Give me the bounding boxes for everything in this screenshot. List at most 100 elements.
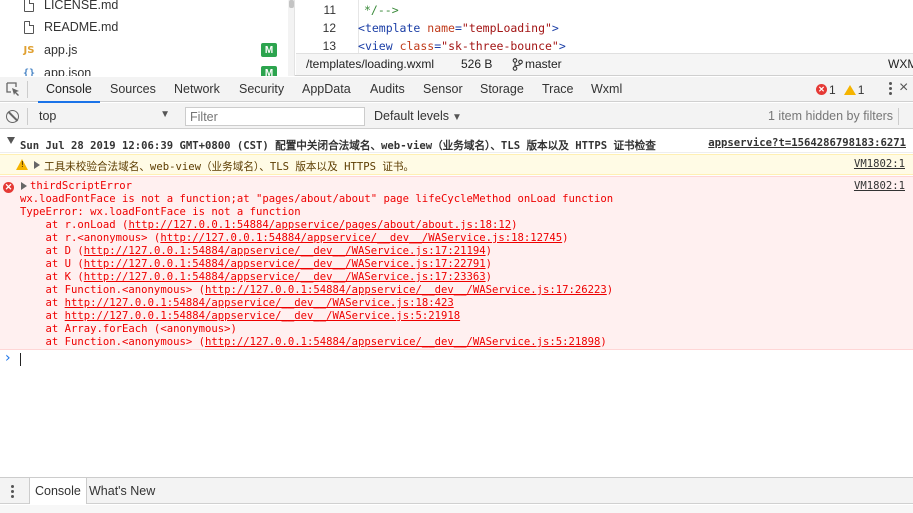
file-tree-item[interactable]: README.md bbox=[0, 16, 288, 38]
file-path[interactable]: /templates/loading.wxml bbox=[306, 57, 434, 71]
text-caret bbox=[20, 353, 21, 366]
tab-sources[interactable]: Sources bbox=[102, 77, 164, 102]
code-attr: class bbox=[399, 39, 435, 53]
console-prompt[interactable]: › bbox=[0, 350, 913, 370]
code-comment: */--> bbox=[364, 3, 399, 17]
more-options-icon[interactable] bbox=[885, 82, 895, 97]
filter-input[interactable] bbox=[185, 107, 365, 126]
error-icon: ✕ bbox=[816, 84, 827, 95]
context-select[interactable]: top ▼ bbox=[34, 106, 174, 126]
context-value: top bbox=[39, 109, 57, 123]
modified-badge: M bbox=[261, 43, 277, 57]
file-tree-item[interactable]: JS app.js M bbox=[0, 39, 288, 61]
code-tag: template bbox=[364, 21, 421, 35]
git-branch-icon bbox=[512, 58, 523, 74]
line-number: 12 bbox=[322, 21, 336, 35]
devtools-tabbar: Console Sources Network Security AppData… bbox=[0, 77, 913, 103]
file-name: LICENSE.md bbox=[44, 0, 119, 12]
stack-link[interactable]: http://127.0.0.1:54884/appservice/pages/… bbox=[128, 219, 511, 231]
error-message: wx.loadFontFace is not a function;at "pa… bbox=[20, 193, 614, 205]
dropdown-arrow-icon: ▼ bbox=[452, 112, 462, 123]
source-link[interactable]: VM1802:1 bbox=[854, 180, 905, 192]
stack-frame: at http://127.0.0.1:54884/appservice/__d… bbox=[20, 310, 461, 322]
drawer-tabbar: Console What's New bbox=[0, 477, 913, 504]
stack-link[interactable]: http://127.0.0.1:54884/appservice/__dev_… bbox=[84, 271, 486, 283]
code-string: "tempLoading" bbox=[461, 21, 552, 35]
warning-icon bbox=[16, 159, 28, 170]
console-error-message[interactable]: ✕ thirdScriptError VM1802:1 wx.loadFontF… bbox=[0, 176, 913, 350]
stack-frame: at Function.<anonymous> (http://127.0.0.… bbox=[20, 284, 614, 296]
warning-count: 1 bbox=[857, 82, 865, 97]
hidden-items-note: 1 item hidden by filters bbox=[768, 109, 894, 123]
file-tree-scrollbar[interactable] bbox=[288, 0, 294, 76]
close-icon[interactable]: × bbox=[899, 79, 908, 97]
file-name: app.js bbox=[44, 43, 78, 57]
log-levels-dropdown[interactable]: Default levels ▼ bbox=[374, 109, 462, 123]
editor-statusbar: /templates/loading.wxml 526 B master WXM… bbox=[296, 53, 913, 75]
modified-badge: M bbox=[261, 66, 277, 76]
stack-frame: at r.<anonymous> (http://127.0.0.1:54884… bbox=[20, 232, 569, 244]
code-editor[interactable]: 11 */--> 12 <template name="tempLoading"… bbox=[296, 0, 913, 53]
tab-appdata[interactable]: AppData bbox=[294, 77, 359, 102]
error-type-line: TypeError: wx.loadFontFace is not a func… bbox=[20, 206, 301, 218]
drawer-tab-whats-new[interactable]: What's New bbox=[84, 478, 160, 504]
js-file-icon: JS bbox=[23, 44, 35, 56]
tab-audits[interactable]: Audits bbox=[362, 77, 413, 102]
console-output[interactable]: Sun Jul 28 2019 12:06:39 GMT+0800 (CST) … bbox=[0, 130, 913, 475]
stack-frame: at U (http://127.0.0.1:54884/appservice/… bbox=[20, 258, 492, 270]
stack-frame: at http://127.0.0.1:54884/appservice/__d… bbox=[20, 297, 454, 309]
source-link[interactable]: VM1802:1 bbox=[854, 158, 905, 170]
stack-frame: at D (http://127.0.0.1:54884/appservice/… bbox=[20, 245, 492, 257]
stack-link[interactable]: http://127.0.0.1:54884/appservice/__dev_… bbox=[65, 297, 454, 309]
code-tag: view bbox=[364, 39, 393, 53]
console-toolbar: top ▼ Default levels▼ 1 item hidden by f… bbox=[0, 103, 913, 129]
dropdown-arrow-icon: ▼ bbox=[160, 109, 170, 120]
expand-triangle-icon[interactable] bbox=[7, 137, 15, 144]
stack-link[interactable]: http://127.0.0.1:54884/appservice/__dev_… bbox=[205, 336, 600, 348]
console-warning-message[interactable]: 工具未校验合法域名、web-view（业务域名）、TLS 版本以及 HTTPS … bbox=[0, 154, 913, 175]
stack-link[interactable]: http://127.0.0.1:54884/appservice/__dev_… bbox=[65, 310, 460, 322]
tab-sensor[interactable]: Sensor bbox=[415, 77, 471, 102]
stack-frame: at Array.forEach (<anonymous>) bbox=[20, 323, 237, 335]
group-text: Sun Jul 28 2019 12:06:39 GMT+0800 (CST) … bbox=[20, 140, 656, 152]
expand-triangle-icon[interactable] bbox=[21, 182, 27, 190]
stack-link[interactable]: http://127.0.0.1:54884/appservice/__dev_… bbox=[84, 258, 486, 270]
console-group-message[interactable]: Sun Jul 28 2019 12:06:39 GMT+0800 (CST) … bbox=[0, 134, 913, 153]
stack-frame: at K (http://127.0.0.1:54884/appservice/… bbox=[20, 271, 492, 283]
language-mode[interactable]: WXML bbox=[888, 57, 913, 71]
tab-network[interactable]: Network bbox=[166, 77, 228, 102]
stack-link[interactable]: http://127.0.0.1:54884/appservice/__dev_… bbox=[160, 232, 562, 244]
editor-area: LICENSE.md README.md JS app.js M {} app.… bbox=[0, 0, 913, 76]
stack-link[interactable]: http://127.0.0.1:54884/appservice/__dev_… bbox=[205, 284, 607, 296]
warning-text: 工具未校验合法域名、web-view（业务域名）、TLS 版本以及 HTTPS … bbox=[44, 161, 415, 173]
file-name: README.md bbox=[44, 20, 119, 34]
file-name: app.json bbox=[44, 66, 92, 76]
tab-wxml[interactable]: Wxml bbox=[583, 77, 630, 102]
tab-trace[interactable]: Trace bbox=[534, 77, 582, 102]
error-title: thirdScriptError bbox=[30, 180, 133, 192]
clear-console-icon[interactable] bbox=[6, 110, 19, 123]
line-number: 11 bbox=[323, 3, 336, 17]
source-link[interactable]: appservice?t=1564286798183:6271 bbox=[708, 137, 906, 149]
file-icon bbox=[22, 19, 36, 35]
error-icon: ✕ bbox=[3, 182, 14, 193]
file-tree-item[interactable]: {} app.json M bbox=[0, 62, 288, 76]
file-tree: LICENSE.md README.md JS app.js M {} app.… bbox=[0, 0, 295, 76]
tab-console[interactable]: Console bbox=[38, 77, 100, 103]
drawer-tab-console[interactable]: Console bbox=[29, 478, 87, 504]
bottom-edge bbox=[0, 505, 913, 513]
code-line: 12 <template name="tempLoading"> bbox=[296, 20, 913, 38]
warning-icon bbox=[843, 84, 856, 95]
stack-frame: at Function.<anonymous> (http://127.0.0.… bbox=[20, 336, 607, 348]
drawer-menu-icon[interactable] bbox=[10, 485, 14, 499]
stack-link[interactable]: http://127.0.0.1:54884/appservice/__dev_… bbox=[84, 245, 486, 257]
expand-triangle-icon[interactable] bbox=[34, 161, 40, 169]
tab-storage[interactable]: Storage bbox=[472, 77, 532, 102]
issue-counts[interactable]: ✕ 1 1 bbox=[816, 82, 864, 97]
git-branch-name[interactable]: master bbox=[525, 57, 562, 71]
file-tree-item[interactable]: LICENSE.md bbox=[0, 0, 288, 16]
inspect-element-icon[interactable] bbox=[6, 82, 20, 96]
tab-security[interactable]: Security bbox=[231, 77, 292, 102]
file-size: 526 B bbox=[461, 57, 493, 71]
prompt-chevron-icon: › bbox=[5, 350, 11, 366]
